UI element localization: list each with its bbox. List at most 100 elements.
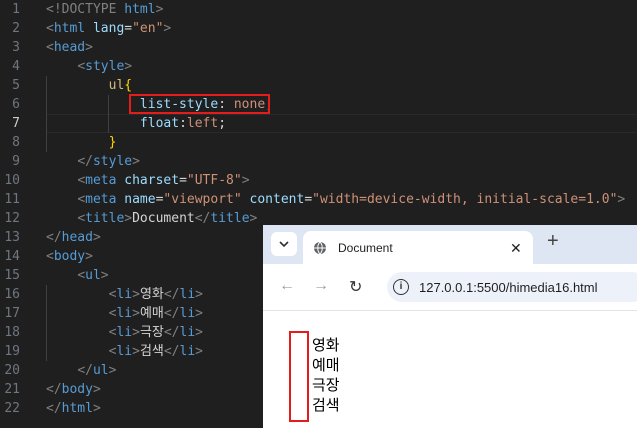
forward-icon[interactable]: → bbox=[313, 277, 329, 295]
url-text[interactable]: 127.0.0.1:5500/himedia16.html bbox=[419, 280, 598, 295]
code-token: li bbox=[116, 325, 133, 340]
code-token: > bbox=[132, 287, 140, 302]
line-number: 12 bbox=[4, 211, 20, 226]
code-text[interactable]: </body> bbox=[46, 380, 101, 399]
code-line[interactable]: 8 } bbox=[0, 133, 637, 152]
code-text[interactable]: </ul> bbox=[46, 361, 116, 380]
code-text[interactable]: <head> bbox=[46, 38, 93, 57]
code-token: html bbox=[124, 2, 156, 17]
line-number: 18 bbox=[4, 325, 20, 340]
code-token: > bbox=[92, 401, 101, 416]
code-token: li bbox=[116, 306, 133, 321]
line-number: 13 bbox=[4, 230, 20, 245]
code-line[interactable]: 1 <!DOCTYPE html> bbox=[0, 0, 637, 19]
code-line[interactable]: 9 </style> bbox=[0, 152, 637, 171]
code-token: > bbox=[195, 325, 203, 340]
code-line[interactable]: 6 list-style: none; bbox=[0, 95, 637, 114]
code-token: : bbox=[179, 116, 187, 131]
code-line[interactable]: 11 <meta name="viewport" content="width=… bbox=[0, 190, 637, 209]
code-token: > bbox=[163, 21, 172, 36]
code-text[interactable]: <li>극장</li> bbox=[46, 323, 203, 342]
code-text[interactable]: <!DOCTYPE html> bbox=[46, 0, 163, 19]
code-line[interactable]: 2 <html lang="en"> bbox=[0, 19, 637, 38]
code-token: </ bbox=[46, 401, 62, 416]
back-icon[interactable]: ← bbox=[279, 277, 295, 295]
code-line[interactable]: 7 float:left; bbox=[0, 114, 637, 133]
code-text[interactable]: <ul> bbox=[46, 266, 109, 285]
code-token: "UTF-8" bbox=[186, 173, 242, 188]
code-token: = bbox=[124, 21, 133, 36]
code-token: > bbox=[85, 249, 93, 264]
code-token: "viewport" bbox=[163, 192, 242, 207]
list-item: 예매 bbox=[312, 356, 340, 374]
code-text[interactable]: <li>검색</li> bbox=[46, 342, 203, 361]
code-text[interactable]: } bbox=[46, 133, 117, 152]
code-text[interactable]: <li>예매</li> bbox=[46, 304, 203, 323]
code-text[interactable]: </html> bbox=[46, 399, 101, 418]
code-token: float bbox=[139, 116, 180, 131]
code-text[interactable]: ul{ bbox=[46, 76, 132, 95]
code-text[interactable]: <meta charset="UTF-8"> bbox=[46, 171, 249, 190]
code-token: > bbox=[617, 192, 626, 207]
plus-icon[interactable]: + bbox=[547, 230, 559, 253]
tab-search-button[interactable] bbox=[271, 232, 297, 256]
code-token: "width=device-width, initial-scale=1.0" bbox=[312, 192, 618, 207]
code-text[interactable]: <body> bbox=[46, 247, 93, 266]
code-text[interactable]: <title>Document</title> bbox=[46, 209, 257, 228]
code-line[interactable]: 3 <head> bbox=[0, 38, 637, 57]
code-line[interactable]: 5 ul{ bbox=[0, 76, 637, 95]
code-token: > bbox=[100, 268, 109, 283]
code-token: </ bbox=[46, 382, 62, 397]
code-token: title bbox=[210, 211, 250, 226]
code-token: > bbox=[132, 344, 140, 359]
code-token: > bbox=[92, 230, 101, 245]
code-token: < bbox=[46, 21, 54, 36]
code-token: > bbox=[195, 344, 203, 359]
line-number: 19 bbox=[4, 344, 20, 359]
code-text[interactable]: float:left; bbox=[46, 114, 226, 133]
code-token: html bbox=[53, 21, 86, 36]
code-token: < bbox=[46, 249, 54, 264]
code-token: ; bbox=[218, 116, 227, 131]
line-number: 2 bbox=[12, 21, 20, 36]
line-number: 21 bbox=[4, 382, 20, 397]
code-text[interactable]: <li>영화</li> bbox=[46, 285, 203, 304]
code-line[interactable]: 10 <meta charset="UTF-8"> bbox=[0, 171, 637, 190]
code-token: </ bbox=[194, 211, 211, 226]
code-token: ul bbox=[85, 268, 101, 283]
address-bar[interactable]: i 127.0.0.1:5500/himedia16.html bbox=[387, 272, 637, 302]
list-item: 영화 bbox=[312, 336, 340, 354]
list-item: 극장 bbox=[312, 376, 340, 394]
code-token: Document bbox=[132, 211, 195, 226]
browser-tab[interactable]: Document ✕ bbox=[303, 231, 533, 264]
reload-icon[interactable]: ↻ bbox=[349, 277, 362, 297]
code-text[interactable]: <meta name="viewport" content="width=dev… bbox=[46, 190, 625, 209]
code-token: li bbox=[179, 325, 196, 340]
code-text[interactable]: <style> bbox=[46, 57, 132, 76]
code-token: li bbox=[179, 287, 196, 302]
code-line[interactable]: 4 <style> bbox=[0, 57, 637, 76]
code-token: </ bbox=[163, 306, 180, 321]
code-token: body bbox=[53, 249, 86, 264]
code-token: head bbox=[61, 230, 93, 245]
close-icon[interactable]: ✕ bbox=[510, 240, 522, 257]
code-text[interactable]: </head> bbox=[46, 228, 101, 247]
line-number: 16 bbox=[4, 287, 20, 302]
tab-title: Document bbox=[338, 241, 393, 255]
info-icon[interactable]: i bbox=[393, 279, 409, 295]
code-token: html bbox=[61, 401, 93, 416]
code-text[interactable]: </style> bbox=[46, 152, 140, 171]
code-token: content bbox=[249, 192, 305, 207]
code-text[interactable]: <html lang="en"> bbox=[46, 19, 171, 38]
